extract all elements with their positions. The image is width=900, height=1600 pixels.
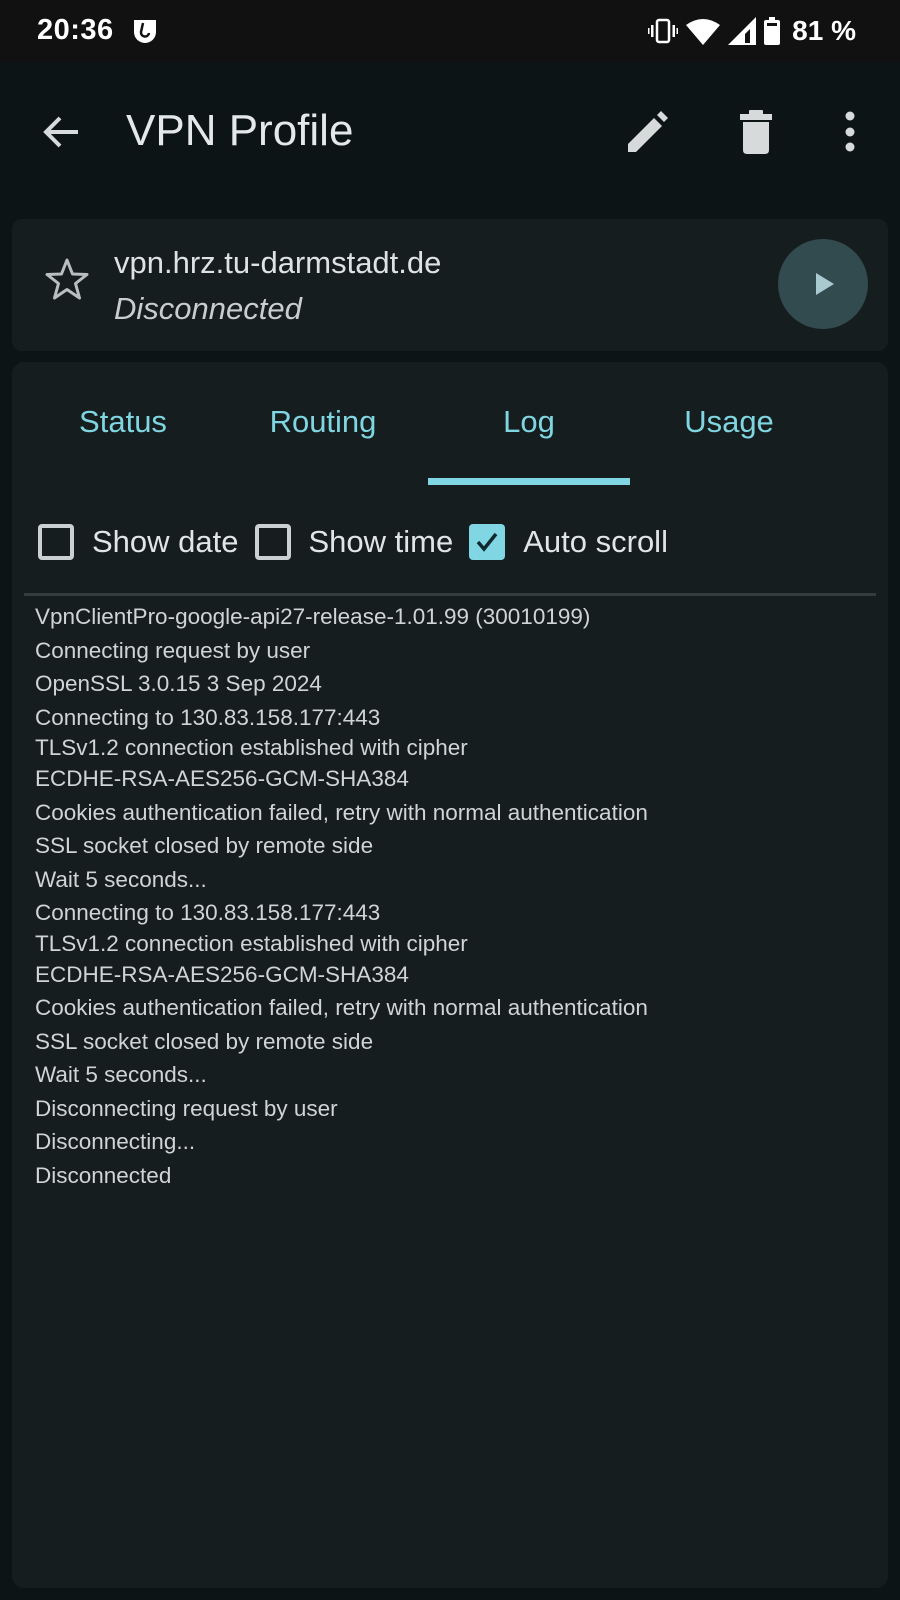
log-entry: Connecting request by user bbox=[35, 637, 311, 663]
battery-icon bbox=[764, 17, 781, 45]
log-entry: OpenSSL 3.0.15 3 Sep 2024 bbox=[35, 671, 322, 696]
show-time-label: Show time bbox=[308, 524, 454, 559]
log-output[interactable]: VpnClientPro-google-api27-release-1.01.9… bbox=[35, 600, 875, 1192]
log-entry: Connecting to 130.83.158.177:443 bbox=[35, 704, 381, 730]
edit-icon bbox=[628, 111, 668, 152]
tab-log[interactable]: Log bbox=[428, 362, 630, 484]
arrow-back-icon bbox=[43, 116, 78, 148]
edit-button[interactable] bbox=[620, 106, 672, 158]
log-entry: Wait 5 seconds... bbox=[35, 866, 207, 892]
show-time-option[interactable]: Show time bbox=[254, 524, 470, 560]
more-vert-icon bbox=[845, 111, 855, 152]
divider bbox=[24, 593, 876, 596]
log-entry: Wait 5 seconds... bbox=[35, 1062, 207, 1087]
delete-button[interactable] bbox=[730, 106, 782, 158]
status-icons: 81 % bbox=[648, 12, 856, 50]
log-entry: SSL socket closed by remote side bbox=[35, 833, 374, 858]
status-time: 20:36 bbox=[37, 14, 114, 46]
log-options: Show date Show time Auto scroll bbox=[38, 520, 684, 564]
tab-bar: Status Routing Log Usage bbox=[12, 362, 888, 485]
log-entry: Disconnecting request by user bbox=[35, 1095, 338, 1121]
auto-scroll-checkbox[interactable] bbox=[469, 524, 506, 560]
status-bar: 20:36 81 % bbox=[0, 0, 900, 62]
show-time-checkbox[interactable] bbox=[254, 524, 291, 560]
wifi-icon bbox=[686, 17, 721, 45]
log-entry: VpnClientPro-google-api27-release-1.01.9… bbox=[35, 604, 591, 629]
log-entry: Connecting to 130.83.158.177:443 bbox=[35, 900, 381, 925]
log-entry: TLSv1.2 connection established with ciph… bbox=[35, 735, 468, 760]
connection-status: Disconnected bbox=[114, 291, 302, 326]
tab-status[interactable]: Status bbox=[22, 362, 224, 484]
page-title: VPN Profile bbox=[126, 106, 354, 155]
cellular-signal-icon bbox=[728, 17, 757, 45]
show-date-option[interactable]: Show date bbox=[38, 524, 255, 560]
tab-usage[interactable]: Usage bbox=[628, 362, 830, 484]
show-date-checkbox[interactable] bbox=[38, 524, 74, 560]
app-bar: VPN Profile bbox=[0, 62, 900, 208]
star-icon bbox=[45, 258, 89, 300]
check-icon bbox=[476, 532, 498, 552]
log-entry: Disconnected bbox=[35, 1162, 172, 1188]
details-card: Status Routing Log Usage Show date Show … bbox=[12, 362, 888, 1588]
delete-icon bbox=[740, 110, 772, 154]
log-entry: Disconnecting... bbox=[35, 1129, 196, 1154]
active-tab-indicator bbox=[428, 478, 630, 485]
connect-button[interactable] bbox=[778, 239, 868, 329]
vibrate-icon bbox=[648, 18, 679, 44]
shield-app-icon bbox=[132, 18, 158, 44]
log-entry: ECDHE-RSA-AES256-GCM-SHA384 bbox=[35, 961, 409, 987]
log-entry: SSL socket closed by remote side bbox=[35, 1028, 374, 1054]
play-icon bbox=[816, 273, 834, 295]
tab-routing[interactable]: Routing bbox=[222, 362, 424, 484]
auto-scroll-option[interactable]: Auto scroll bbox=[469, 524, 684, 560]
more-options-button[interactable] bbox=[828, 106, 872, 158]
show-date-label: Show date bbox=[92, 524, 239, 559]
battery-level: 81 % bbox=[792, 15, 856, 46]
favorite-button[interactable] bbox=[42, 255, 92, 305]
profile-card[interactable]: vpn.hrz.tu-darmstadt.de Disconnected bbox=[12, 219, 888, 351]
back-button[interactable] bbox=[38, 108, 86, 156]
log-entry: Cookies authentication failed, retry wit… bbox=[35, 995, 648, 1020]
log-entry: TLSv1.2 connection established with ciph… bbox=[35, 930, 468, 956]
auto-scroll-label: Auto scroll bbox=[523, 524, 668, 559]
log-entry: ECDHE-RSA-AES256-GCM-SHA384 bbox=[35, 766, 409, 791]
log-entry: Cookies authentication failed, retry wit… bbox=[35, 799, 648, 825]
profile-name: vpn.hrz.tu-darmstadt.de bbox=[114, 245, 442, 280]
